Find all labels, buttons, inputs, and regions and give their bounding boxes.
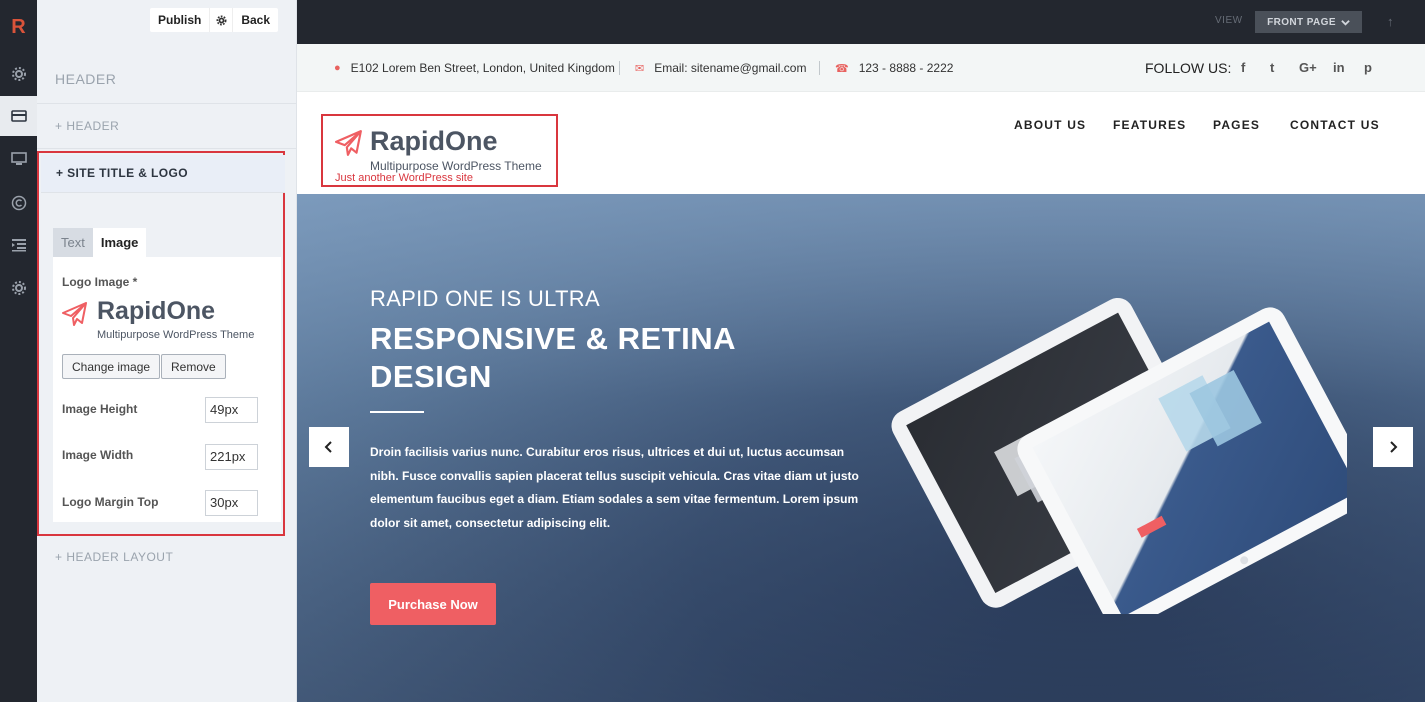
chevron-right-icon	[1390, 441, 1398, 453]
image-height-label: Image Height	[62, 402, 138, 416]
purchase-now-button[interactable]: Purchase Now	[370, 583, 496, 625]
brand-tagline: Multipurpose WordPress Theme	[370, 159, 542, 173]
customizer-panel: Publish Back HEADER + HEADER + SITE TITL…	[37, 0, 297, 702]
phone-text: 123 - 8888 - 2222	[858, 61, 954, 75]
app-logo: R	[11, 16, 26, 38]
slider-prev-button[interactable]	[309, 427, 349, 467]
logo-image-label: Logo Image *	[62, 275, 138, 289]
map-pin-icon: ●	[334, 62, 341, 74]
brand-name: RapidOne	[370, 126, 498, 156]
twitter-icon[interactable]: t	[1270, 60, 1274, 75]
hero-subtitle: RAPID ONE IS ULTRA	[370, 286, 600, 311]
tab-text[interactable]: Text	[53, 228, 93, 257]
facebook-icon[interactable]: f	[1241, 60, 1245, 75]
slider-next-button[interactable]	[1373, 427, 1413, 467]
preview-toolbar: VIEW FRONT PAGE ↑	[297, 0, 1425, 44]
hero-title: RESPONSIVE & RETINA DESIGN	[370, 321, 735, 394]
logo-margin-top-input[interactable]: 30px	[205, 490, 258, 516]
settings-icon[interactable]	[0, 54, 37, 94]
email-info: ✉ Email: sitename@gmail.com	[635, 61, 806, 75]
front-page-label: FRONT PAGE	[1267, 16, 1336, 28]
publish-button[interactable]: Publish	[150, 8, 209, 32]
nav-contact-us[interactable]: CONTACT US	[1290, 118, 1380, 132]
panel-title: HEADER	[55, 71, 117, 87]
card-icon[interactable]	[0, 96, 37, 136]
arrow-up-icon[interactable]: ↑	[1387, 14, 1394, 29]
paper-plane-icon	[62, 302, 87, 326]
front-page-select[interactable]: FRONT PAGE	[1255, 11, 1362, 33]
icon-rail: R	[0, 0, 37, 702]
tablet-devices-image	[891, 297, 1347, 614]
site-description: Just another WordPress site	[335, 172, 473, 184]
hero-slider: RAPID ONE IS ULTRA RESPONSIVE & RETINA D…	[297, 194, 1425, 702]
follow-us-label: FOLLOW US:	[1145, 60, 1232, 76]
change-image-button[interactable]: Change image	[62, 354, 161, 379]
remove-button[interactable]: Remove	[161, 354, 226, 379]
back-button[interactable]: Back	[233, 8, 278, 32]
logo-tabs: Text Image	[53, 228, 147, 257]
view-label: VIEW	[1215, 15, 1243, 26]
separator	[619, 61, 620, 75]
section-site-title-logo-header[interactable]: + SITE TITLE & LOGO	[41, 155, 285, 193]
top-actions: Publish Back	[150, 8, 279, 32]
chevron-left-icon	[324, 441, 332, 453]
linkedin-icon[interactable]: in	[1333, 60, 1345, 75]
pinterest-icon[interactable]: p	[1364, 60, 1372, 75]
copyright-icon[interactable]	[0, 183, 37, 223]
nav-features[interactable]: FEATURES	[1113, 118, 1186, 132]
nav-about-us[interactable]: ABOUT US	[1014, 118, 1086, 132]
image-width-input[interactable]: 221px	[205, 444, 258, 470]
address-info: ● E102 Lorem Ben Street, London, United …	[334, 61, 615, 75]
site-preview: ● E102 Lorem Ben Street, London, United …	[297, 44, 1425, 702]
separator	[819, 61, 820, 75]
envelope-icon: ✉	[635, 62, 645, 75]
image-width-label: Image Width	[62, 448, 134, 462]
address-text: E102 Lorem Ben Street, London, United Ki…	[350, 61, 615, 75]
section-header-layout[interactable]: + HEADER LAYOUT	[55, 550, 173, 564]
tab-image[interactable]: Image	[92, 228, 147, 257]
site-navbar: RapidOne Multipurpose WordPress Theme Ju…	[297, 92, 1425, 194]
gear-icon[interactable]	[0, 268, 37, 308]
monitor-icon[interactable]	[0, 139, 37, 179]
hero-divider	[370, 411, 424, 413]
list-indent-icon[interactable]	[0, 225, 37, 265]
logo-preview-tagline: Multipurpose WordPress Theme	[97, 329, 255, 341]
image-height-input[interactable]: 49px	[205, 397, 258, 423]
section-header[interactable]: + HEADER	[55, 119, 119, 133]
phone-info: ☎ 123 - 8888 - 2222	[835, 61, 953, 75]
divider	[37, 103, 297, 104]
paper-plane-icon	[335, 130, 362, 156]
section-site-title-logo: + SITE TITLE & LOGO	[56, 166, 188, 180]
site-brand[interactable]: RapidOne Multipurpose WordPress Theme Ju…	[321, 114, 558, 187]
divider	[37, 148, 297, 149]
email-text: Email: sitename@gmail.com	[654, 61, 807, 75]
nav-pages[interactable]: PAGES	[1213, 118, 1260, 132]
chevron-down-icon	[1341, 19, 1350, 26]
logo-preview-name: RapidOne	[97, 297, 216, 325]
google-plus-icon[interactable]: G+	[1299, 60, 1317, 75]
info-bar: ● E102 Lorem Ben Street, London, United …	[297, 44, 1425, 92]
logo-margin-top-label: Logo Margin Top	[62, 495, 159, 509]
phone-icon: ☎	[835, 62, 849, 75]
publish-settings-gear-icon[interactable]	[209, 8, 234, 32]
hero-description: Droin facilisis varius nunc. Curabitur e…	[370, 445, 859, 530]
logo-image-card: Logo Image * RapidOne Multipurpose WordP…	[53, 257, 281, 522]
